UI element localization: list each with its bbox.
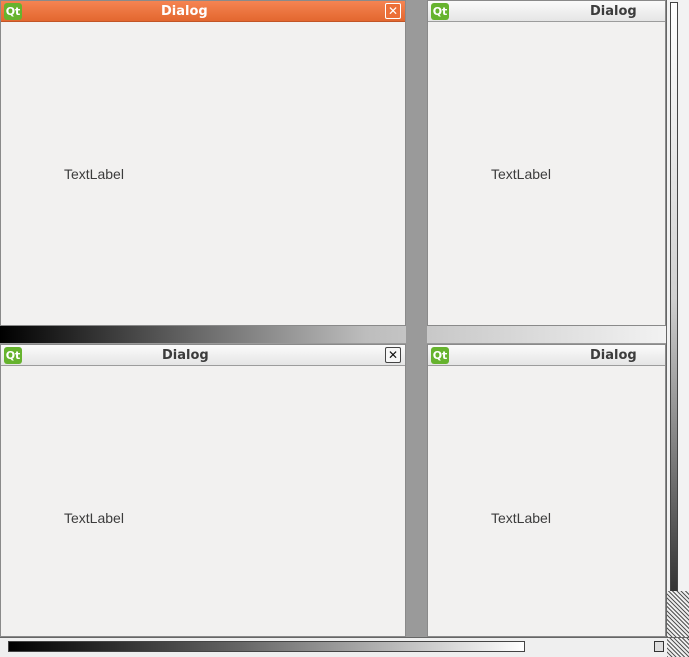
text-label: TextLabel (491, 510, 551, 526)
titlebar[interactable]: Qt Dialog ✕ (1, 1, 405, 22)
titlebar[interactable]: Qt Dialog ✕ (1, 345, 405, 366)
vertical-scrollbar[interactable] (666, 0, 689, 637)
dialog-window-bottom-right[interactable]: Qt Dialog TextLabel (427, 344, 666, 637)
scroll-pattern (667, 591, 689, 637)
window-title: Dialog (161, 4, 208, 19)
dialog-window-top-left[interactable]: Qt Dialog ✕ TextLabel (0, 0, 406, 326)
close-icon[interactable]: ✕ (385, 347, 401, 363)
qt-logo-icon: Qt (4, 3, 22, 20)
scroll-arrow-icon[interactable] (654, 641, 664, 652)
close-icon[interactable]: ✕ (385, 3, 401, 19)
horizontal-scrollbar[interactable] (0, 637, 689, 657)
text-label: TextLabel (64, 166, 124, 182)
window-title: Dialog (162, 348, 209, 363)
qt-logo-icon: Qt (431, 347, 449, 364)
text-label: TextLabel (64, 510, 124, 526)
horizontal-scroll-groove[interactable] (8, 641, 525, 652)
titlebar[interactable]: Qt Dialog (428, 1, 665, 22)
text-label: TextLabel (491, 166, 551, 182)
qt-logo-icon: Qt (4, 347, 22, 364)
window-title: Dialog (590, 348, 637, 363)
gradient-background-band (0, 326, 666, 343)
dialog-window-top-right[interactable]: Qt Dialog TextLabel (427, 0, 666, 326)
dialog-window-bottom-left[interactable]: Qt Dialog ✕ TextLabel (0, 344, 406, 637)
titlebar[interactable]: Qt Dialog (428, 345, 665, 366)
window-gap (406, 0, 427, 637)
vertical-scroll-groove[interactable] (670, 2, 678, 594)
window-title: Dialog (590, 4, 637, 19)
resize-grip-icon[interactable] (667, 638, 689, 657)
qt-logo-icon: Qt (431, 3, 449, 20)
